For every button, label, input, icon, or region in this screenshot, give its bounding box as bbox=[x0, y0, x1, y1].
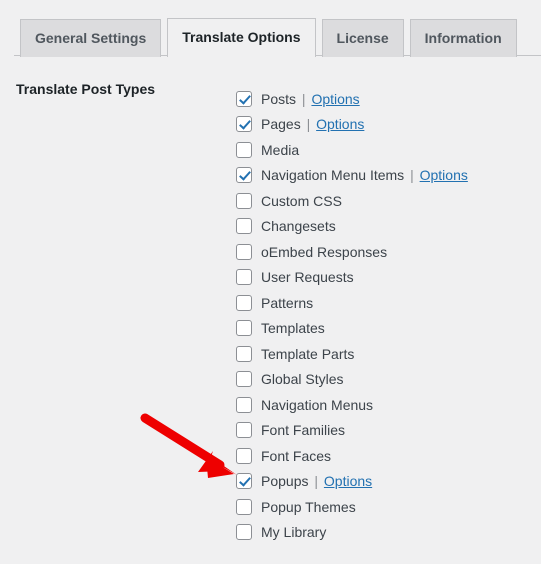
post-type-text-custom-css: Custom CSS bbox=[261, 194, 342, 208]
checkbox-pages[interactable] bbox=[236, 116, 252, 133]
checkbox-navigation-menus[interactable] bbox=[236, 396, 252, 413]
post-type-text-posts: Posts | Options bbox=[261, 92, 360, 106]
post-type-row-oembed-responses: oEmbed Responses bbox=[236, 239, 468, 265]
post-type-row-patterns: Patterns bbox=[236, 290, 468, 316]
post-type-text-my-library: My Library bbox=[261, 525, 326, 539]
checkbox-changesets[interactable] bbox=[236, 218, 252, 235]
post-type-label-templates: Templates bbox=[261, 320, 325, 337]
translate-post-types-label: Translate Post Types bbox=[16, 81, 156, 97]
post-type-label-popup-themes: Popup Themes bbox=[261, 498, 356, 515]
post-type-text-user-requests: User Requests bbox=[261, 270, 354, 284]
post-type-row-media: Media bbox=[236, 137, 468, 163]
post-type-label-template-parts: Template Parts bbox=[261, 345, 355, 362]
checkbox-media[interactable] bbox=[236, 141, 252, 158]
post-type-row-user-requests: User Requests bbox=[236, 265, 468, 291]
post-type-label-global-styles: Global Styles bbox=[261, 371, 344, 388]
post-type-text-global-styles: Global Styles bbox=[261, 372, 343, 386]
post-type-text-popups: Popups | Options bbox=[261, 474, 372, 488]
post-type-row-popups: Popups | Options bbox=[236, 469, 468, 495]
post-type-label-font-faces: Font Faces bbox=[261, 447, 332, 464]
post-type-row-custom-css: Custom CSS bbox=[236, 188, 468, 214]
post-type-label-navigation-menu-items: Navigation Menu Items bbox=[261, 167, 405, 184]
post-type-text-navigation-menu-items: Navigation Menu Items | Options bbox=[261, 168, 468, 182]
separator-popups: | bbox=[314, 473, 319, 490]
post-type-row-pages: Pages | Options bbox=[236, 112, 468, 138]
checkbox-popup-themes[interactable] bbox=[236, 498, 252, 515]
post-type-label-pages: Pages bbox=[261, 116, 301, 133]
post-type-text-navigation-menus: Navigation Menus bbox=[261, 398, 373, 412]
post-type-label-posts: Posts bbox=[261, 90, 297, 107]
post-type-label-popups: Popups bbox=[261, 473, 309, 490]
post-type-label-my-library: My Library bbox=[261, 524, 327, 541]
tab-bar: General Settings Translate Options License… bbox=[0, 0, 541, 58]
options-link-pages[interactable]: Options bbox=[316, 116, 364, 132]
checkbox-template-parts[interactable] bbox=[236, 345, 252, 362]
checkbox-custom-css[interactable] bbox=[236, 192, 252, 209]
post-type-row-font-faces: Font Faces bbox=[236, 443, 468, 469]
checkbox-popups[interactable] bbox=[236, 473, 252, 490]
checkbox-posts[interactable] bbox=[236, 90, 252, 107]
separator-navigation-menu-items: | bbox=[410, 167, 414, 184]
post-type-row-global-styles: Global Styles bbox=[236, 367, 468, 393]
post-type-text-patterns: Patterns bbox=[261, 296, 313, 310]
post-type-row-changesets: Changesets bbox=[236, 214, 468, 240]
post-type-label-navigation-menus: Navigation Menus bbox=[261, 396, 374, 413]
options-link-navigation-menu-items[interactable]: Options bbox=[420, 167, 468, 183]
checkbox-oembed-responses[interactable] bbox=[236, 243, 252, 260]
checkbox-patterns[interactable] bbox=[236, 294, 252, 311]
post-type-text-font-faces: Font Faces bbox=[261, 449, 331, 463]
checkbox-my-library[interactable] bbox=[236, 524, 252, 541]
post-type-label-custom-css: Custom CSS bbox=[261, 192, 342, 209]
post-type-label-oembed-responses: oEmbed Responses bbox=[261, 243, 388, 260]
post-type-label-font-families: Font Families bbox=[261, 422, 346, 439]
checkbox-font-families[interactable] bbox=[236, 422, 252, 439]
post-type-row-popup-themes: Popup Themes bbox=[236, 494, 468, 520]
post-type-label-media: Media bbox=[261, 141, 300, 158]
post-type-label-patterns: Patterns bbox=[261, 294, 314, 311]
checkbox-global-styles[interactable] bbox=[236, 371, 252, 388]
post-type-text-template-parts: Template Parts bbox=[261, 347, 354, 361]
separator-pages: | bbox=[306, 116, 311, 133]
settings-content: Translate Post Types Posts | Options Page… bbox=[0, 58, 541, 564]
post-type-text-popup-themes: Popup Themes bbox=[261, 500, 356, 514]
post-type-row-templates: Templates bbox=[236, 316, 468, 342]
options-link-posts[interactable]: Options bbox=[311, 91, 359, 107]
post-type-row-navigation-menus: Navigation Menus bbox=[236, 392, 468, 418]
post-type-row-posts: Posts | Options bbox=[236, 86, 468, 112]
tab-list: General Settings Translate Options License… bbox=[20, 18, 517, 58]
separator-posts: | bbox=[301, 90, 306, 107]
post-type-row-font-families: Font Families bbox=[236, 418, 468, 444]
post-type-label-changesets: Changesets bbox=[261, 218, 336, 235]
post-type-row-my-library: My Library bbox=[236, 520, 468, 546]
post-type-row-template-parts: Template Parts bbox=[236, 341, 468, 367]
post-type-text-oembed-responses: oEmbed Responses bbox=[261, 245, 387, 259]
post-type-text-font-families: Font Families bbox=[261, 423, 345, 437]
checkbox-user-requests[interactable] bbox=[236, 269, 252, 286]
checkbox-font-faces[interactable] bbox=[236, 447, 252, 464]
tab-general-settings[interactable]: General Settings bbox=[20, 19, 162, 57]
post-type-text-changesets: Changesets bbox=[261, 219, 336, 233]
post-type-text-templates: Templates bbox=[261, 321, 325, 335]
options-link-popups[interactable]: Options bbox=[324, 473, 372, 489]
tab-translate-options[interactable]: Translate Options bbox=[167, 18, 316, 58]
post-type-label-user-requests: User Requests bbox=[261, 269, 354, 286]
post-type-text-media: Media bbox=[261, 143, 299, 157]
post-type-text-pages: Pages | Options bbox=[261, 117, 364, 131]
post-type-row-navigation-menu-items: Navigation Menu Items | Options bbox=[236, 163, 468, 189]
tab-license[interactable]: License bbox=[321, 19, 404, 57]
tab-information[interactable]: Information bbox=[409, 19, 517, 57]
checkbox-navigation-menu-items[interactable] bbox=[236, 167, 252, 184]
post-types-checkbox-list: Posts | Options Pages | Options Media Navig… bbox=[236, 86, 468, 545]
checkbox-templates[interactable] bbox=[236, 320, 252, 337]
